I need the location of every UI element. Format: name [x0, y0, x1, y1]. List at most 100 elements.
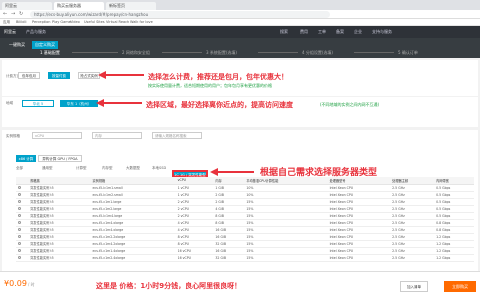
radio-icon[interactable]: [18, 220, 21, 224]
support-link[interactable]: 支持与服务: [372, 29, 392, 35]
row-radio[interactable]: [16, 254, 29, 262]
filter-all[interactable]: 全部: [16, 166, 23, 171]
filter-general[interactable]: 通用型: [42, 166, 53, 171]
row-radio[interactable]: [16, 205, 29, 213]
table-cell: Intel Xeon CPU: [327, 191, 391, 199]
radio-icon[interactable]: [18, 192, 21, 196]
spec-table-header: 规格族 实例规格 vCPU 内存 平均基准CPU计算性能 处理器型号 处理器主频 内网带宽: [16, 177, 474, 185]
table-cell: ecs.t5-c1m4.2xlarge: [90, 240, 176, 248]
filter-bigdata[interactable]: 大数据型: [126, 166, 140, 171]
row-radio[interactable]: [16, 198, 29, 206]
vcpu-select[interactable]: vCPU: [32, 132, 82, 139]
row-radio[interactable]: [16, 219, 29, 227]
table-cell: 16 GiB: [213, 233, 245, 241]
billing-spot-button[interactable]: 抢占式实例: [78, 72, 100, 79]
row-radio[interactable]: [16, 233, 29, 241]
table-cell: Intel Xeon CPU: [327, 247, 391, 255]
spec-table-body: 突发性能实例 t5 ecs.t5-lc1m1.small 1 vCPU 1 GiB 10…: [16, 184, 474, 262]
buy-now-button[interactable]: 立即购买: [444, 281, 476, 292]
column-header: 内存: [213, 177, 245, 185]
row-radio[interactable]: [16, 247, 29, 255]
tab-custom-buy[interactable]: 自定义购买: [32, 41, 58, 49]
browser-tab[interactable]: 阿里云: [2, 2, 52, 10]
table-cell: Intel Xeon CPU: [327, 198, 391, 206]
table-cell: 0.5 Gbps: [434, 191, 474, 199]
billing-link[interactable]: 费用: [300, 29, 308, 35]
table-cell: Intel Xeon CPU: [327, 240, 391, 248]
radio-icon[interactable]: [18, 199, 21, 203]
table-cell: 突发性能实例 t5: [28, 240, 91, 248]
arch-tab-x86[interactable]: x86 计算: [16, 155, 36, 162]
table-cell: 16 GiB: [213, 226, 245, 234]
radio-icon[interactable]: [18, 227, 21, 231]
table-row[interactable]: 突发性能实例 t5 ecs.t5-lc1m2.small 1 vCPU 2 GiB 10…: [16, 191, 474, 199]
radio-icon[interactable]: [18, 248, 21, 252]
step-connector: [258, 52, 298, 53]
table-row[interactable]: 突发性能实例 t5 ecs.t5-lc1m4.large 2 vCPU 8 GiB 15…: [16, 212, 474, 220]
bookmark-item[interactable]: Play Game: [52, 20, 71, 24]
radio-icon[interactable]: [18, 234, 21, 238]
annotation-billing-sub: 按实际使用量计费，适合短期使用的用户；包年包月享有更优惠的价格: [148, 83, 272, 88]
add-to-list-button[interactable]: 加入清单: [400, 281, 428, 292]
billing-payg-button[interactable]: 按量付费: [48, 72, 70, 79]
table-row[interactable]: 突发性能实例 t5 ecs.t5-c1m2.large 2 vCPU 4 GiB 15%…: [16, 205, 474, 213]
radio-icon[interactable]: [18, 206, 21, 210]
table-row[interactable]: 突发性能实例 t5 ecs.t5-c1m1.4xlarge 16 vCPU 16 Gi…: [16, 247, 474, 255]
bookmark-item[interactable]: Useful Sites: [84, 20, 105, 24]
table-cell: 2 vCPU: [175, 212, 214, 220]
enterprise-link[interactable]: 企业: [354, 29, 362, 35]
row-radio[interactable]: [16, 212, 29, 220]
icp-link[interactable]: 备案: [336, 29, 344, 35]
table-cell: 2 GiB: [213, 191, 245, 199]
filter-ssd[interactable]: 本地SSD: [152, 166, 166, 171]
burstable-filter-button[interactable]: 1C 1G / 突发性能型: [172, 170, 208, 177]
table-row[interactable]: 突发性能实例 t5 ecs.t5-c1m2.2xlarge 8 vCPU 16 GiB…: [16, 233, 474, 241]
search-link[interactable]: 搜索: [280, 29, 288, 35]
table-cell: 8 vCPU: [175, 240, 214, 248]
table-cell: 突发性能实例 t5: [28, 205, 91, 213]
bookmark-item[interactable]: 应用: [3, 20, 10, 25]
browser-tab[interactable]: 新标签页: [106, 2, 156, 10]
radio-icon[interactable]: [18, 213, 21, 217]
filter-compute[interactable]: 计算型: [76, 166, 87, 171]
row-radio[interactable]: [16, 191, 29, 199]
reload-icon[interactable]: ↻: [19, 11, 23, 17]
back-icon[interactable]: ←: [3, 11, 7, 17]
filter-memory[interactable]: 内存型: [102, 166, 113, 171]
table-row[interactable]: 突发性能实例 t5 ecs.t5-c1m4.2xlarge 8 vCPU 32 GiB…: [16, 240, 474, 248]
products-menu[interactable]: 产品与服务: [26, 29, 46, 35]
ticket-link[interactable]: 工单: [318, 29, 326, 35]
radio-icon[interactable]: [18, 255, 21, 259]
table-row[interactable]: 突发性能实例 t5 ecs.t5-c1m4.xlarge 4 vCPU 8 GiB 15…: [16, 219, 474, 227]
table-cell: 16 vCPU: [175, 254, 214, 262]
tab-quick-buy[interactable]: 一键购买: [6, 41, 28, 49]
row-radio[interactable]: [16, 184, 29, 192]
spec-search-input[interactable]: 请输入规格名称搜索: [152, 132, 202, 139]
row-radio[interactable]: [16, 226, 29, 234]
url-field[interactable]: https://ecs-buy.aliyun.com/wizard/#/prep…: [30, 11, 330, 18]
console-logo[interactable]: 阿里云: [4, 29, 16, 35]
radio-icon[interactable]: [18, 185, 21, 189]
forward-icon[interactable]: →: [11, 11, 15, 17]
memory-select[interactable]: 内存: [92, 132, 142, 139]
table-cell: 4 vCPU: [175, 219, 214, 227]
billing-monthly-button[interactable]: 包年包月: [18, 72, 40, 79]
region-select[interactable]: 华北 5: [22, 100, 54, 107]
row-radio[interactable]: [16, 240, 29, 248]
table-cell: 突发性能实例 t5: [28, 226, 91, 234]
bookmark-item[interactable]: Perception: [32, 20, 51, 24]
bookmark-item[interactable]: Video: [70, 20, 80, 24]
bookmark-item[interactable]: Bilibili: [16, 20, 26, 24]
bookmark-item[interactable]: Walk for love: [130, 20, 153, 24]
table-cell: 突发性能实例 t5: [28, 184, 91, 192]
table-row[interactable]: 突发性能实例 t5 ecs.t5-c1m2.4xlarge 16 vCPU 32 Gi…: [16, 254, 474, 262]
table-row[interactable]: 突发性能实例 t5 ecs.t5-lc1m1.small 1 vCPU 1 GiB 10…: [16, 184, 474, 192]
column-header: vCPU: [175, 177, 214, 185]
table-row[interactable]: 突发性能实例 t5 ecs.t5-c1m1.large 2 vCPU 2 GiB 15%…: [16, 198, 474, 206]
bookmark-item[interactable]: Virtual Reach: [106, 20, 129, 24]
arch-tab-gpu[interactable]: 异构计算 GPU / FPGA: [38, 155, 82, 162]
zone-button[interactable]: 华东 1（杭州）: [60, 100, 98, 107]
browser-tab-active[interactable]: 购买云服务器: [54, 2, 104, 10]
radio-icon[interactable]: [18, 241, 21, 245]
table-row[interactable]: 突发性能实例 t5 ecs.t5-c1m4.xlarge 4 vCPU 16 GiB 1…: [16, 226, 474, 234]
